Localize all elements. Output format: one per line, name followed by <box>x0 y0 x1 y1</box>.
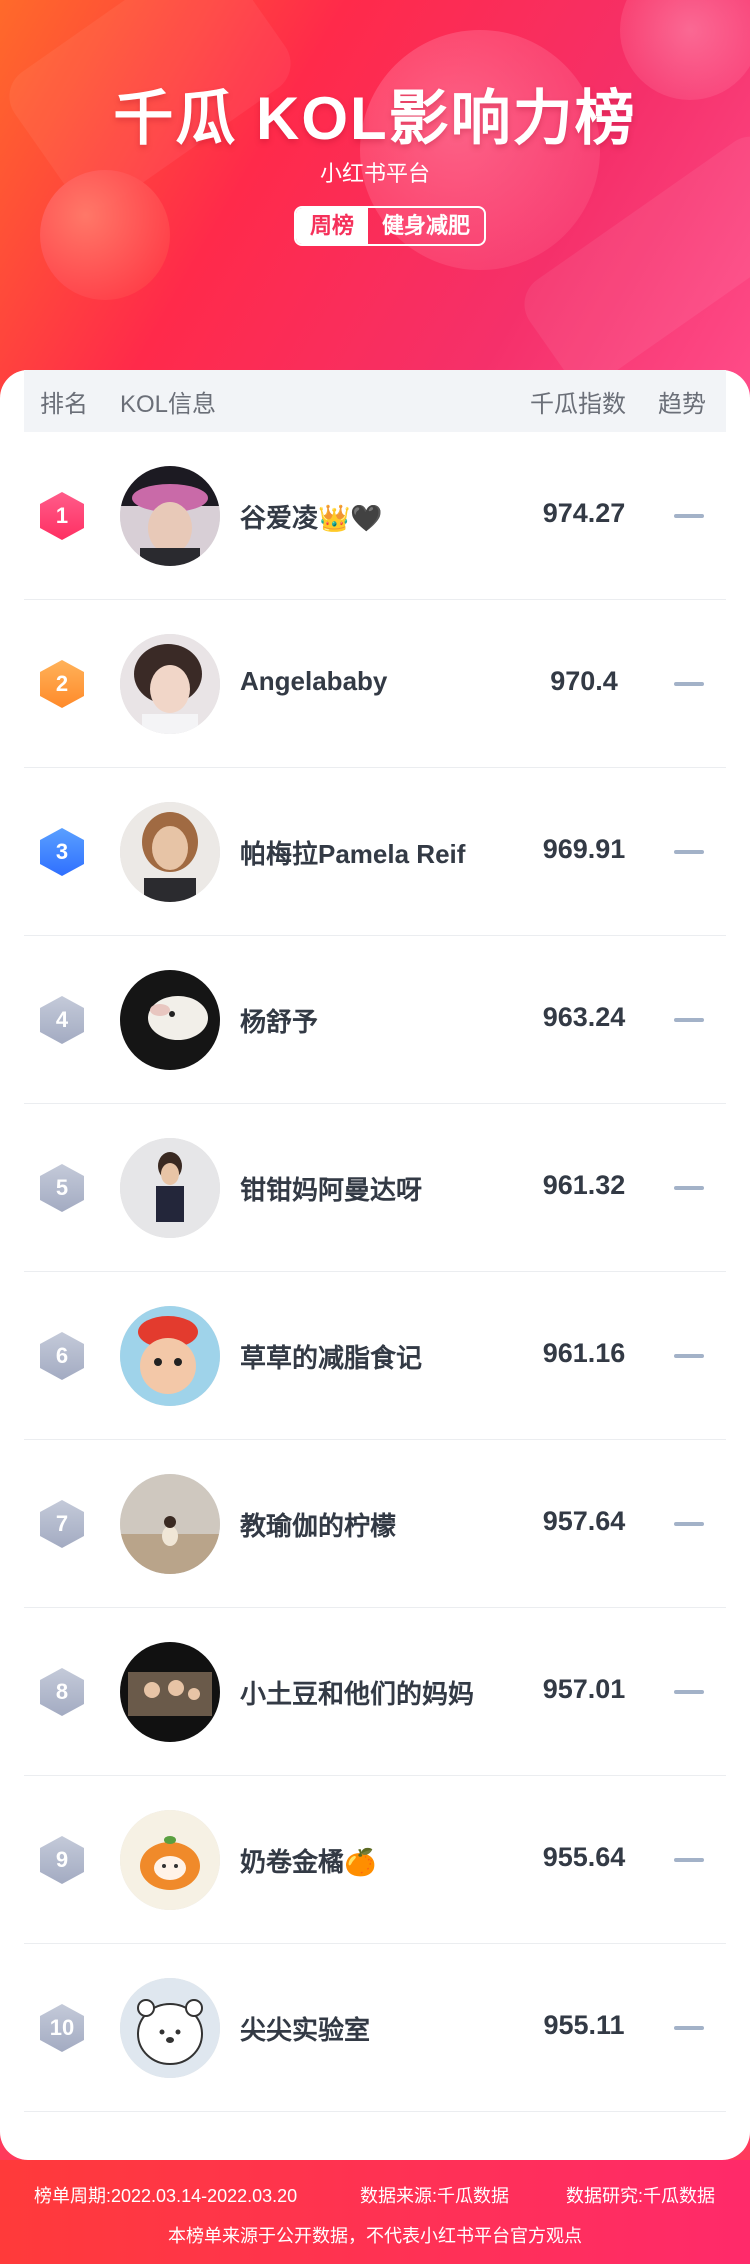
ranking-tags: 周榜 健身减肥 <box>294 206 487 246</box>
rank-badge: 6 <box>40 1332 84 1380</box>
table-row[interactable]: 7 教瑜伽的柠檬 957.64 <box>24 1440 726 1608</box>
trend-flat-icon <box>674 1018 704 1022</box>
avatar[interactable] <box>120 1810 220 1910</box>
header-kol: KOL信息 <box>120 390 217 418</box>
kol-name[interactable]: 钳钳妈阿曼达呀 <box>240 1170 422 1207</box>
trend-flat-icon <box>674 850 704 854</box>
rank-badge: 8 <box>40 1668 84 1716</box>
table-row[interactable]: 5 钳钳妈阿曼达呀 961.32 <box>24 1104 726 1272</box>
header-trend: 趋势 <box>658 390 706 418</box>
table-row[interactable]: 4 杨舒予 963.24 <box>24 936 726 1104</box>
kol-name[interactable]: 小土豆和他们的妈妈 <box>240 1674 474 1711</box>
kol-score: 961.32 <box>542 1170 626 1200</box>
kol-name[interactable]: 草草的减脂食记 <box>240 1338 422 1375</box>
rank-badge: 2 <box>40 660 84 708</box>
rank-badge: 7 <box>40 1500 84 1548</box>
footer-research: 数据研究:千瓜数据 <box>566 2186 716 2206</box>
rank-badge: 5 <box>40 1164 84 1212</box>
trend-flat-icon <box>674 1858 704 1862</box>
kol-score: 970.4 <box>550 666 618 696</box>
ranking-list: 1 谷爱凌👑🖤 974.27 2 Angelababy 970.4 3 帕梅拉P… <box>24 432 726 2112</box>
avatar[interactable] <box>120 634 220 734</box>
table-row[interactable]: 9 奶卷金橘🍊 955.64 <box>24 1776 726 1944</box>
tag-period[interactable]: 周榜 <box>296 208 369 244</box>
rank-badge: 3 <box>40 828 84 876</box>
kol-score: 963.24 <box>542 1002 626 1032</box>
kol-name[interactable]: 杨舒予 <box>240 1002 318 1039</box>
table-row[interactable]: 10 尖尖实验室 955.11 <box>24 1944 726 2112</box>
table-row[interactable]: 2 Angelababy 970.4 <box>24 600 726 768</box>
trend-flat-icon <box>674 1522 704 1526</box>
table-row[interactable]: 6 草草的减脂食记 961.16 <box>24 1272 726 1440</box>
footer-source: 数据来源:千瓜数据 <box>360 2186 510 2206</box>
avatar[interactable] <box>120 970 220 1070</box>
trend-flat-icon <box>674 1186 704 1190</box>
kol-score: 955.64 <box>542 1842 626 1872</box>
footer-disclaimer: 本榜单来源于公开数据，不代表小红书平台官方观点 <box>168 2226 582 2246</box>
kol-name[interactable]: 奶卷金橘🍊 <box>240 1842 376 1879</box>
decor-circle <box>40 170 170 300</box>
trend-flat-icon <box>674 514 704 518</box>
avatar[interactable] <box>120 1978 220 2078</box>
kol-score: 961.16 <box>542 1338 626 1368</box>
kol-score: 957.01 <box>542 1674 626 1704</box>
rank-badge: 10 <box>40 2004 84 2052</box>
kol-score: 957.64 <box>542 1506 626 1536</box>
table-row[interactable]: 3 帕梅拉Pamela Reif 969.91 <box>24 768 726 936</box>
trend-flat-icon <box>674 1354 704 1358</box>
tag-category[interactable]: 健身减肥 <box>368 208 484 244</box>
trend-flat-icon <box>674 682 704 686</box>
kol-name[interactable]: 尖尖实验室 <box>240 2010 370 2047</box>
avatar[interactable] <box>120 1306 220 1406</box>
trend-flat-icon <box>674 2026 704 2030</box>
header-rank: 排名 <box>40 390 88 418</box>
table-header: 排名 KOL信息 千瓜指数 趋势 <box>24 370 726 432</box>
trend-flat-icon <box>674 1690 704 1694</box>
rank-badge: 9 <box>40 1836 84 1884</box>
kol-name[interactable]: Angelababy <box>240 666 387 697</box>
rank-badge: 4 <box>40 996 84 1044</box>
avatar[interactable] <box>120 1474 220 1574</box>
footer-period: 榜单周期:2022.03.14-2022.03.20 <box>34 2186 298 2206</box>
ranking-card: 排名 KOL信息 千瓜指数 趋势 1 谷爱凌👑🖤 974.27 2 Angela… <box>0 370 750 2160</box>
kol-name[interactable]: 帕梅拉Pamela Reif <box>240 834 465 871</box>
avatar[interactable] <box>120 802 220 902</box>
avatar[interactable] <box>120 1642 220 1742</box>
platform-subtitle: 小红书平台 <box>319 161 430 186</box>
kol-score: 974.27 <box>542 498 626 528</box>
avatar[interactable] <box>120 466 220 566</box>
kol-name[interactable]: 教瑜伽的柠檬 <box>240 1506 396 1543</box>
kol-score: 955.11 <box>543 2010 625 2040</box>
hero-banner: 千瓜 KOL影响力榜 小红书平台 周榜 健身减肥 <box>0 0 750 420</box>
footer: 榜单周期:2022.03.14-2022.03.20 数据来源:千瓜数据 数据研… <box>0 2160 750 2264</box>
kol-score: 969.91 <box>542 834 626 864</box>
kol-name[interactable]: 谷爱凌👑🖤 <box>240 498 383 535</box>
rank-badge: 1 <box>40 492 84 540</box>
avatar[interactable] <box>120 1138 220 1238</box>
page-title: 千瓜 KOL影响力榜 <box>113 85 637 152</box>
table-row[interactable]: 1 谷爱凌👑🖤 974.27 <box>24 432 726 600</box>
table-row[interactable]: 8 小土豆和他们的妈妈 957.01 <box>24 1608 726 1776</box>
header-index: 千瓜指数 <box>530 390 626 418</box>
